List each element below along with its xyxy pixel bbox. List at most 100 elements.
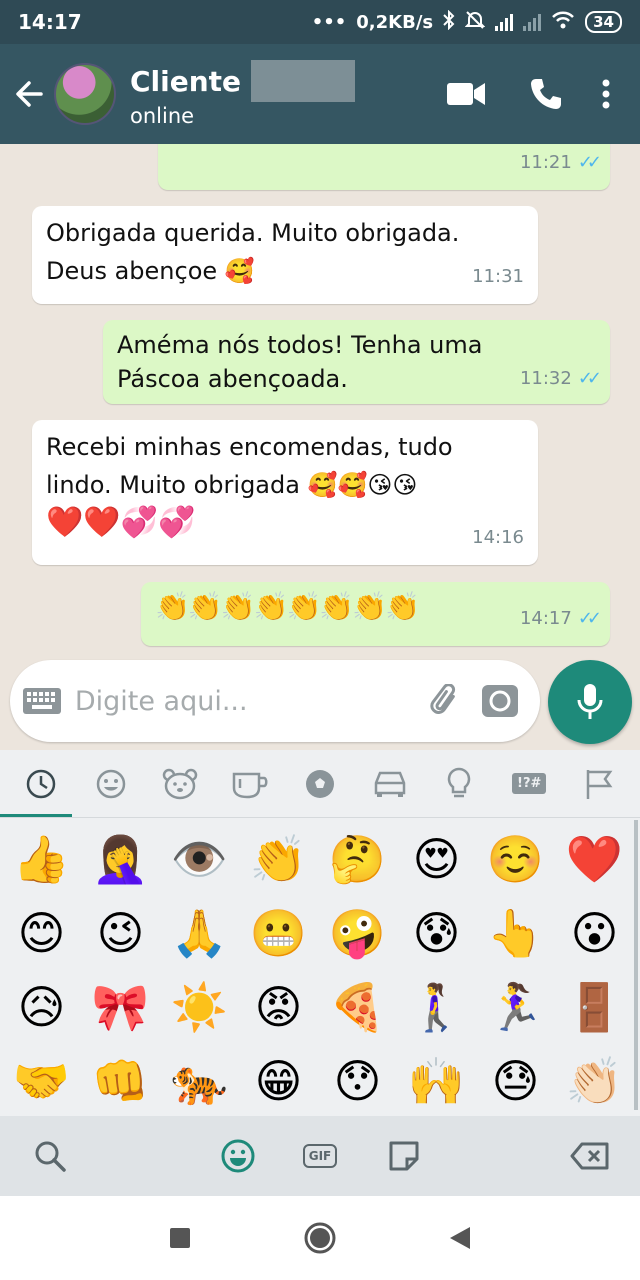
bulb-icon[interactable] [434, 759, 484, 809]
symbols-icon[interactable]: !?# [504, 759, 554, 809]
emoji-search-button[interactable] [28, 1136, 72, 1176]
symbols-label: !?# [512, 773, 547, 794]
camera-icon [482, 685, 519, 717]
emoji-key[interactable]: 😥 [2, 970, 81, 1044]
car-icon[interactable] [365, 759, 415, 809]
status-time: 14:17 [18, 10, 82, 34]
emoji-key[interactable]: 🍕 [318, 970, 397, 1044]
chat-header: Cliente online [0, 44, 640, 144]
emoji-key[interactable]: 😁 [239, 1044, 318, 1114]
emoji-key[interactable]: 👆 [476, 896, 555, 970]
emoji-key[interactable]: 👏 [239, 822, 318, 896]
message-time: 11:32 [519, 368, 572, 389]
message-text: Recebi minhas encomendas, tudo [46, 433, 453, 461]
emoji-key[interactable]: 🚪 [555, 970, 634, 1044]
emoji-key[interactable]: 😊 [2, 896, 81, 970]
emoji-key[interactable]: 😮 [555, 896, 634, 970]
read-ticks-icon: ✓✓ [577, 608, 602, 629]
emoji-key[interactable]: 🙌 [397, 1044, 476, 1114]
message-time: 14:16 [472, 527, 524, 548]
emoji-key[interactable]: ☺️ [476, 822, 555, 896]
microphone-icon [577, 684, 603, 719]
emoji-key[interactable]: 😍 [397, 822, 476, 896]
message-time: 11:21 [519, 152, 572, 173]
bluetooth-icon [443, 9, 455, 35]
message-text-line3: ❤️❤️💞💞 [46, 505, 196, 540]
paperclip-icon [429, 684, 455, 714]
emoji-key[interactable]: 🏃‍♀️ [476, 970, 555, 1044]
wifi-icon [551, 11, 575, 34]
emoji-key[interactable]: 😰 [397, 896, 476, 970]
emoji-tab-button[interactable] [216, 1136, 260, 1176]
cup-icon[interactable] [225, 759, 275, 809]
home-button[interactable] [295, 1213, 345, 1263]
system-nav-bar [0, 1196, 640, 1280]
emoji-bottom-bar: GIF [0, 1116, 640, 1196]
smiley-icon[interactable] [86, 759, 136, 809]
mute-icon [464, 10, 486, 35]
emoji-key[interactable]: 😯 [318, 1044, 397, 1114]
read-ticks-icon: ✓✓ [577, 368, 602, 389]
status-bar: 14:17 ••• 0,2KB/s 34 [0, 0, 640, 44]
emoji-key[interactable]: ☀️ [160, 970, 239, 1044]
emoji-key[interactable]: 🤦‍♀️ [81, 822, 160, 896]
square-icon [170, 1228, 190, 1248]
ball-icon[interactable] [295, 759, 345, 809]
message-time: 14:17 [519, 608, 572, 629]
emoji-scrollbar[interactable] [634, 820, 638, 1110]
backspace-icon [570, 1142, 609, 1170]
keyboard-toggle-button[interactable] [10, 687, 75, 715]
message-meta: 11:21 ✓✓ [519, 144, 602, 182]
message-text: Améma nós todos! Tenha uma [117, 331, 483, 359]
contact-name: Cliente [130, 64, 242, 98]
gif-tab-button[interactable]: GIF [298, 1136, 342, 1176]
emoji-key[interactable]: 🙏 [160, 896, 239, 970]
message-bubble-outgoing[interactable]: 11:21 ✓✓ [158, 144, 610, 190]
emoji-key[interactable]: ❤️ [555, 822, 634, 896]
message-meta: 14:17 ✓✓ [519, 600, 602, 638]
emoji-key[interactable]: 👏🏻 [555, 1044, 634, 1114]
contact-info[interactable]: Cliente online [130, 60, 426, 128]
back-nav-button[interactable] [435, 1213, 485, 1263]
message-bubble-outgoing[interactable]: Améma nós todos! Tenha uma Páscoa abenço… [103, 320, 610, 404]
signal-icon [495, 13, 514, 31]
message-bubble-incoming[interactable]: Obrigada querida. Muito obrigada. Deus a… [32, 206, 538, 304]
emoji-face-icon [221, 1139, 255, 1173]
message-input[interactable] [74, 685, 417, 717]
gif-label: GIF [302, 1144, 338, 1168]
emoji-keyboard: !?# 👍 🤦‍♀️ 👁️ 👏 🤔 😍 ☺️ ❤️ 😊 😉 🙏 😬 🤪 😰 👆 😮 😥 🎀 ☀️ 😡 🍕 🚶‍♀️ 🏃‍♀️… [0, 750, 640, 1116]
emoji-key[interactable]: 🤪 [318, 896, 397, 970]
more-options-button[interactable] [586, 64, 626, 124]
voice-call-button[interactable] [506, 64, 586, 124]
sticker-tab-button[interactable] [382, 1136, 426, 1176]
emoji-key[interactable]: 🚶‍♀️ [397, 970, 476, 1044]
avatar[interactable] [54, 63, 116, 125]
voice-record-button[interactable] [548, 660, 632, 744]
emoji-key[interactable]: 🤔 [318, 822, 397, 896]
emoji-key[interactable]: 😡 [239, 970, 318, 1044]
animal-icon[interactable] [155, 759, 205, 809]
video-call-button[interactable] [426, 64, 506, 124]
recents-button[interactable] [155, 1213, 205, 1263]
emoji-key[interactable]: 🤝 [2, 1044, 81, 1114]
more-vertical-icon [602, 79, 610, 109]
camera-button[interactable] [472, 684, 528, 718]
backspace-button[interactable] [568, 1136, 612, 1176]
emoji-key[interactable]: 🎀 [81, 970, 160, 1044]
emoji-key[interactable]: 🐅 [160, 1044, 239, 1114]
flag-icon[interactable] [574, 759, 624, 809]
emoji-key[interactable]: 👍 [2, 822, 81, 896]
recent-icon[interactable] [16, 759, 66, 809]
emoji-grid: 👍 🤦‍♀️ 👁️ 👏 🤔 😍 ☺️ ❤️ 😊 😉 🙏 😬 🤪 😰 👆 😮 😥 🎀 ☀️ 😡 🍕 🚶‍♀️ 🏃‍♀️ 🚪 🤝 👊 🐅… [0, 818, 640, 1114]
emoji-key[interactable]: 😬 [239, 896, 318, 970]
emoji-key[interactable]: 👁️ [160, 822, 239, 896]
message-bubble-outgoing[interactable]: 👏👏👏👏👏👏👏👏 14:17 ✓✓ [141, 582, 610, 646]
battery-indicator: 34 [585, 11, 622, 33]
message-bubble-incoming[interactable]: Recebi minhas encomendas, tudo lindo. Mu… [32, 420, 538, 565]
emoji-key[interactable]: 😓 [476, 1044, 555, 1114]
attach-button[interactable] [417, 684, 473, 718]
triangle-back-icon [450, 1227, 470, 1249]
emoji-key[interactable]: 😉 [81, 896, 160, 970]
back-button[interactable] [4, 44, 54, 144]
emoji-key[interactable]: 👊 [81, 1044, 160, 1114]
